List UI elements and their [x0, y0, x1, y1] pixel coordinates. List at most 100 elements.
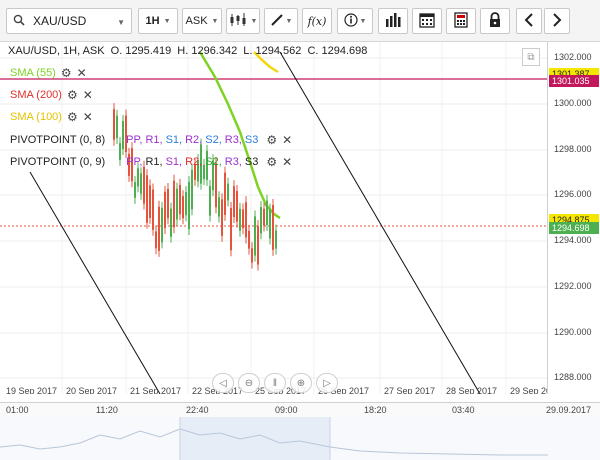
date-label: 27 Sep 2017 [384, 386, 436, 394]
function-button[interactable]: f(x) [302, 8, 332, 34]
pivot-s1: S1, [165, 156, 183, 168]
timeframe-select[interactable]: 1H ▼ [138, 8, 178, 34]
arrow-right-icon [552, 12, 562, 30]
volume-button[interactable] [378, 8, 408, 34]
candle-body [263, 208, 265, 226]
pan-left-button[interactable]: ◁ [212, 373, 234, 393]
ohlc-info: XAU/USD, 1H, ASK O. 1295.419 H. 1296.342… [8, 45, 370, 57]
candle-body [173, 180, 175, 228]
candle-body [170, 208, 172, 237]
expand-icon[interactable]: ⧉ [522, 48, 540, 66]
indicator-pivotpoint-9: PIVOTPOINT (0, 9) PP, R1, S1, R2, S2, R3, S3 ⚙… [10, 155, 292, 169]
symbol-search-input[interactable]: XAU/USD ▼ [6, 8, 132, 34]
high-value: H. 1296.342 [177, 45, 238, 57]
indicator-label: PIVOTPOINT (0, 9) [10, 156, 106, 168]
pivot-s3: S3 [244, 156, 259, 168]
gear-icon[interactable]: ⚙ [266, 133, 277, 147]
candle-body [272, 205, 274, 250]
candle-body [209, 186, 211, 216]
candle-body [191, 169, 193, 210]
zoom-out-button[interactable]: ⊖ [238, 373, 260, 393]
chevron-down-icon: ▼ [117, 18, 125, 27]
pivot-r1: R1, [145, 156, 163, 168]
candle-body [149, 185, 151, 218]
gear-icon[interactable]: ⚙ [67, 110, 78, 124]
pivot-r1: R1, [145, 134, 163, 146]
arrow-right-icon: ▷ [323, 377, 331, 389]
jump-to-last-button[interactable]: ‖ [264, 373, 286, 393]
close-icon[interactable]: ✕ [83, 88, 93, 102]
close-icon[interactable]: ✕ [83, 110, 93, 124]
open-value: O. 1295.419 [110, 45, 172, 57]
indicator-sma55: SMA (55) ⚙ ✕ [10, 66, 87, 80]
candle-body [146, 175, 148, 223]
draw-tools-button[interactable]: ▼ [264, 8, 298, 34]
scroll-right-button[interactable] [544, 8, 570, 34]
candlestick-icon [229, 12, 249, 30]
pivot-r3: R3, [224, 134, 242, 146]
symbol-value: XAU/USD [33, 14, 87, 28]
lock-button[interactable] [480, 8, 510, 34]
price-label: 1298.000 [554, 144, 592, 154]
indicator-sma200: SMA (200) ⚙ ✕ [10, 88, 93, 102]
timeframe-value: 1H [145, 15, 160, 27]
price-axis: 1302.000 1300.000 1298.000 1296.000 1294… [548, 42, 600, 394]
candle-body [257, 226, 259, 265]
candle-body [176, 188, 178, 220]
zoom-in-button[interactable]: ⊕ [290, 373, 312, 393]
date-label: 20 Sep 2017 [66, 386, 118, 394]
candle-body [152, 189, 154, 230]
candle-body [233, 186, 235, 218]
low-value: L. 1294.562 [243, 45, 302, 57]
gear-icon[interactable]: ⚙ [266, 155, 277, 169]
close-value: C. 1294.698 [307, 45, 368, 57]
pan-right-button[interactable]: ▷ [316, 373, 338, 393]
arrow-left-icon [524, 12, 534, 30]
pivot-pp: PP, [126, 134, 143, 146]
scroll-left-button[interactable] [516, 8, 542, 34]
gear-icon[interactable]: ⚙ [67, 88, 78, 102]
close-icon[interactable]: ✕ [282, 133, 292, 147]
indicator-label: SMA (55) [10, 67, 56, 79]
close-icon[interactable]: ✕ [282, 155, 292, 169]
candle-body [248, 230, 250, 249]
info-icon [343, 12, 358, 30]
candle-body [137, 168, 139, 187]
calendar-button[interactable] [412, 8, 442, 34]
close-icon[interactable]: ✕ [77, 66, 87, 80]
price-label: 1296.000 [554, 189, 592, 199]
navigator-window[interactable] [180, 417, 330, 460]
chart-type-button[interactable]: ▼ [226, 8, 260, 34]
date-label: 19 Sep 2017 [6, 386, 58, 394]
zoom-in-icon: ⊕ [296, 377, 306, 389]
time-navigator[interactable]: 01:00 11:20 22:40 09:00 18:20 03:40 29.0… [0, 402, 600, 460]
time-label: 29.09.2017 [546, 405, 592, 415]
pivot-values: PP, R1, S1, R2, S2, R3, S3 [126, 134, 261, 146]
chart-nav-controls: ◁ ⊖ ‖ ⊕ ▷ [212, 373, 338, 393]
search-icon [13, 14, 25, 29]
time-label: 01:00 [6, 405, 29, 415]
indicator-pivotpoint-8: PIVOTPOINT (0, 8) PP, R1, S1, R2, S2, R3, S3 ⚙… [10, 133, 292, 147]
gear-icon[interactable]: ⚙ [61, 66, 72, 80]
indicator-sma100: SMA (100) ⚙ ✕ [10, 110, 93, 124]
chevron-down-icon: ▼ [359, 17, 367, 25]
candle-body [140, 173, 142, 194]
candle-body [242, 209, 244, 229]
chevron-down-icon: ▼ [163, 17, 171, 25]
candle-body [161, 207, 163, 243]
candle-body [155, 231, 157, 249]
candle-body [215, 162, 217, 208]
price-side-select[interactable]: ASK ▼ [182, 8, 222, 34]
info-button[interactable]: ▼ [337, 8, 373, 34]
close-price-tag: 1294.698 [549, 222, 599, 234]
calculator-button[interactable] [446, 8, 476, 34]
candle-body [158, 206, 160, 251]
chevron-down-icon: ▼ [285, 17, 293, 25]
candle-body [266, 200, 268, 226]
price-side-value: ASK [185, 15, 208, 27]
chevron-down-icon: ▼ [250, 17, 258, 25]
chart-plot-area[interactable]: XAU/USD, 1H, ASK O. 1295.419 H. 1296.342… [0, 42, 548, 394]
navigator-sparkline [0, 417, 600, 460]
candle-body [167, 188, 169, 219]
price-label: 1288.000 [554, 372, 592, 382]
